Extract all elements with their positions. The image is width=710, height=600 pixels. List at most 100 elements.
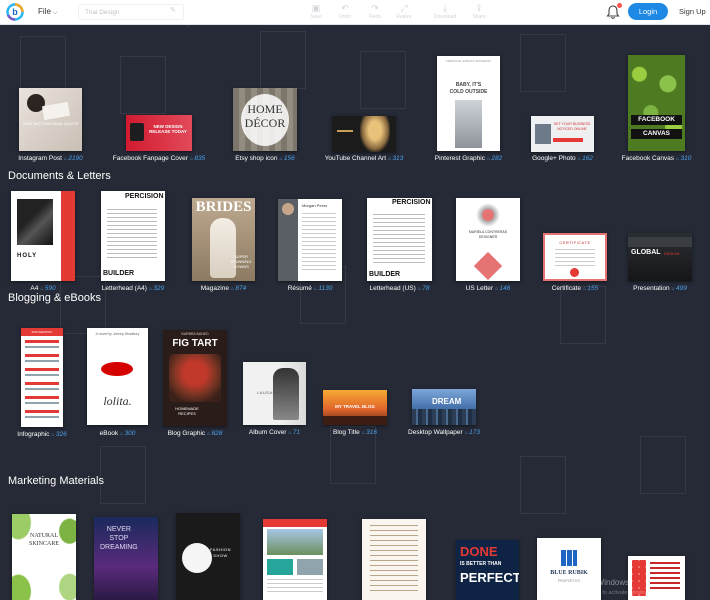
a4-thumb-text: HOLY bbox=[17, 253, 38, 259]
pinterest-line: BABY, IT'S bbox=[455, 82, 482, 88]
template-count: 162 bbox=[578, 155, 593, 162]
template-youtube-channel-art[interactable]: YouTube Channel Art313 bbox=[325, 116, 403, 163]
template-done-is-better[interactable]: DONE IS BETTER THAN PERFECT bbox=[456, 540, 519, 600]
presentation-subtitle: DESIGN bbox=[664, 251, 680, 256]
template-name: Infographic bbox=[17, 431, 50, 438]
file-menu[interactable]: File ⌵ bbox=[38, 7, 57, 17]
template-album-cover[interactable]: LAUSANNE SMITH Album Cover71 bbox=[243, 362, 306, 439]
text-lines-graphic bbox=[555, 249, 595, 267]
template-instagram-post[interactable]: THAT MOTIVATIONAL QUOTE Instagram Post21… bbox=[18, 88, 83, 163]
fb-canvas-line: FACEBOOK bbox=[631, 115, 682, 125]
facebook-cover-thumbnail: NEW DESIGN RELEASE TODAY bbox=[126, 115, 192, 151]
save-button[interactable]: ▣ Save bbox=[303, 3, 329, 21]
template-real-estate-flyer[interactable] bbox=[263, 519, 327, 600]
template-etsy-shop-icon[interactable]: HOMEDÉCOR Etsy shop icon156 bbox=[233, 88, 297, 163]
template-certificate[interactable]: CERTIFICATE Certificate155 bbox=[543, 233, 607, 293]
insta-thumb-text: THAT MOTIVATIONAL QUOTE bbox=[22, 121, 79, 126]
template-count: 146 bbox=[495, 285, 510, 292]
template-count: 316 bbox=[362, 429, 377, 436]
blog-title-thumb-text: MY TRAVEL BLOG bbox=[335, 404, 375, 409]
template-count: 835 bbox=[190, 155, 205, 162]
activate-windows-subtext: Go to Settings to activate Windows. bbox=[566, 590, 653, 596]
template-natural-skincare[interactable]: NATURAL SKINCARE bbox=[12, 514, 76, 600]
natural-skincare-thumbnail: NATURAL SKINCARE bbox=[12, 514, 76, 600]
redo-button[interactable]: ↷ Redo bbox=[362, 3, 388, 21]
phone-graphic bbox=[130, 123, 144, 141]
infographic-thumbnail: INFOGRAPHIC bbox=[21, 328, 63, 427]
template-letterhead-us[interactable]: PERCISION BUILDER Letterhead (US)78 bbox=[367, 198, 432, 293]
letterhead-a4-thumbnail: PERCISION BUILDER bbox=[101, 191, 165, 281]
signup-link[interactable]: Sign Up bbox=[679, 7, 706, 16]
template-us-letter[interactable]: MARIELA CONTRERASDESIGNER US Letter146 bbox=[456, 198, 520, 293]
template-presentation[interactable]: GLOBAL DESIGN Presentation499 bbox=[628, 233, 692, 293]
app-logo-icon[interactable]: b bbox=[5, 2, 25, 22]
template-ebook[interactable]: A novel by Johnny Bradbury lolita. eBook… bbox=[87, 328, 148, 439]
band-graphic bbox=[628, 237, 692, 247]
menu-thumbnail bbox=[362, 519, 426, 600]
template-count: 155 bbox=[583, 285, 598, 292]
etsy-thumbnail: HOME DÉCOR bbox=[233, 88, 297, 151]
flower-graphic bbox=[476, 203, 500, 227]
template-facebook-fanpage-cover[interactable]: NEW DESIGN RELEASE TODAY Facebook Fanpag… bbox=[113, 115, 205, 163]
never-line: NEVER bbox=[106, 526, 131, 533]
etsy-line: HOME bbox=[247, 102, 283, 116]
wallpaper-label: Desktop Wallpaper173 bbox=[392, 429, 496, 436]
ebook-subtitle: A novel by Johnny Bradbury bbox=[95, 332, 140, 336]
design-name-input[interactable] bbox=[78, 4, 184, 20]
template-pinterest-graphic[interactable]: PERSONAL ERRANT BUSINESS BABY, IT'S COLD … bbox=[435, 56, 502, 163]
template-never-stop-dreaming[interactable]: NEVER STOP DREAMING bbox=[94, 517, 158, 600]
us-letter-thumb-text: MARIELA CONTRERAS DESIGNER bbox=[456, 230, 520, 240]
real-estate-thumbnail bbox=[263, 519, 327, 600]
template-facebook-canvas[interactable]: FACEBOOK CANVAS Facebook Canvas310 bbox=[622, 55, 691, 163]
us-letter-thumbnail: MARIELA CONTRERAS DESIGNER bbox=[456, 198, 520, 281]
fb-canvas-label: Facebook Canvas310 bbox=[608, 155, 705, 162]
letterhead-title: PERCISION bbox=[125, 193, 164, 200]
download-icon: ⤓ bbox=[443, 3, 447, 13]
template-name: eBook bbox=[99, 430, 119, 437]
device-graphic bbox=[535, 124, 551, 144]
activate-windows-watermark: Activate Windows bbox=[566, 578, 630, 587]
share-button[interactable]: ⇪ Share bbox=[466, 3, 492, 21]
dress-graphic bbox=[210, 218, 236, 278]
fashion-thumb-text: FASHION SHOW bbox=[210, 547, 231, 559]
magazine-thumb-text: SUPER STUNNING GOWNS bbox=[230, 254, 252, 269]
template-blog-graphic[interactable]: BARBRA BANED FIG TART HOMEMADE RECIPES B… bbox=[163, 330, 227, 439]
letterhead-a4-label: Letterhead (A4)329 bbox=[81, 285, 185, 292]
template-a4[interactable]: HOLY A4590 bbox=[11, 191, 75, 293]
template-desktop-wallpaper[interactable]: DREAM Desktop Wallpaper173 bbox=[408, 389, 480, 439]
redo-label: Redo bbox=[369, 14, 381, 20]
template-infographic[interactable]: INFOGRAPHIC Infographic326 bbox=[17, 328, 67, 439]
city-graphic bbox=[412, 409, 476, 425]
share-label: Share bbox=[472, 14, 486, 20]
etsy-label: Etsy shop icon156 bbox=[213, 155, 317, 162]
bar-graphic bbox=[337, 130, 353, 132]
background-pattern bbox=[0, 26, 710, 600]
done-title: DONE bbox=[460, 544, 498, 559]
template-menu[interactable] bbox=[362, 519, 426, 600]
template-fashion-show[interactable]: FASHION SHOW bbox=[176, 513, 240, 600]
section-title-blogging: Blogging & eBooks bbox=[8, 292, 101, 304]
login-button[interactable]: Login bbox=[628, 3, 668, 20]
download-label: Download bbox=[433, 14, 457, 20]
template-letterhead-a4[interactable]: PERCISION BUILDER Letterhead (A4)329 bbox=[101, 191, 165, 293]
paper-graphic bbox=[41, 101, 71, 121]
fb-canvas-line: CANVAS bbox=[631, 129, 682, 139]
template-magazine[interactable]: BRIDES SUPER STUNNING GOWNS Magazine874 bbox=[192, 198, 255, 293]
ebook-thumbnail: A novel by Johnny Bradbury lolita. bbox=[87, 328, 148, 425]
download-button[interactable]: ⤓ Download bbox=[432, 3, 458, 21]
letterhead-title: PERCISION bbox=[392, 199, 431, 206]
template-count: 71 bbox=[288, 429, 300, 436]
template-google-plus-photo[interactable]: GET YOUR BUSINESS NOTICED ONLINE Google+… bbox=[531, 116, 594, 163]
youtube-label: YouTube Channel Art313 bbox=[312, 155, 416, 162]
red-stripe-graphic bbox=[61, 191, 75, 281]
undo-button[interactable]: ↶ Undo bbox=[332, 3, 358, 21]
pencil-icon[interactable]: ✎ bbox=[170, 6, 176, 14]
circle-graphic bbox=[182, 543, 212, 573]
template-resume[interactable]: Morgan Peers Résumé1130 bbox=[278, 199, 342, 293]
section-title-marketing: Marketing Materials bbox=[8, 475, 104, 487]
resume-name: Morgan Peers bbox=[302, 203, 328, 208]
resize-button[interactable]: ⤢ Resize bbox=[391, 3, 417, 21]
fashion-line: SHOW bbox=[213, 553, 228, 558]
template-blog-title[interactable]: MY TRAVEL BLOG Blog Title316 bbox=[323, 390, 387, 439]
template-count: 78 bbox=[418, 285, 430, 292]
